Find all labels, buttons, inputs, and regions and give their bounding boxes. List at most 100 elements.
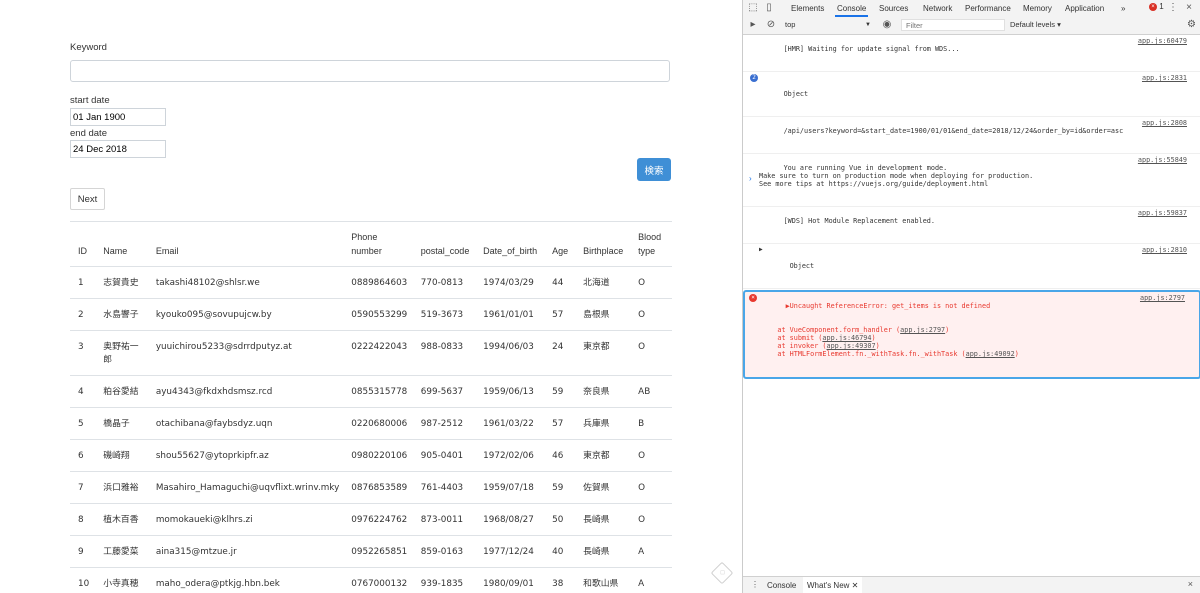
header-id: ID <box>70 221 96 267</box>
cell-name: 奥野祐一郎 <box>95 330 148 376</box>
device-toolbar-icon[interactable]: ▯ <box>763 2 775 14</box>
cell-phone: 0590553299 <box>343 298 413 331</box>
error-count: 1 <box>1159 2 1164 11</box>
cell-age: 57 <box>544 298 576 331</box>
cell-age: 44 <box>544 266 576 299</box>
devtools-drawer: ⋮ Console What's New ✕ × <box>743 576 1200 593</box>
start-date-label: start date <box>70 95 110 106</box>
console-message: [WDS] Hot Module Replacement enabled. ap… <box>743 207 1200 244</box>
cell-age: 40 <box>544 535 576 568</box>
tab-memory[interactable]: Memory <box>1021 0 1054 17</box>
cell-date-of-birth: 1977/12/24 <box>475 535 545 568</box>
message-source-link[interactable]: app.js:59837 <box>1138 209 1187 217</box>
stack-frame-link[interactable]: app.js:49092 <box>966 350 1015 358</box>
close-icon[interactable]: ✕ <box>852 581 859 590</box>
stack-frame-text: at submit ( <box>761 334 823 342</box>
eye-icon[interactable]: ◉ <box>881 19 893 31</box>
message-source-link[interactable]: app.js:60479 <box>1138 37 1187 45</box>
console-filter-input[interactable] <box>901 19 1005 31</box>
cell-id: 8 <box>70 503 96 536</box>
cell-postal-code: 859-0163 <box>412 535 476 568</box>
cell-name: 水島響子 <box>95 298 148 331</box>
devtools-panel: ⬚ ▯ Elements Console Sources Network Perform… <box>742 0 1200 593</box>
context-value: top <box>785 20 796 29</box>
table-header-row: ID Name Email Phone number postal_code D… <box>70 221 672 267</box>
cell-age: 38 <box>544 567 576 593</box>
cell-phone: 0220680006 <box>343 407 413 440</box>
end-date-input[interactable] <box>70 140 166 158</box>
message-source-link[interactable]: app.js:2831 <box>1142 74 1187 82</box>
stack-frame-link[interactable]: app.js:2797 <box>900 326 945 334</box>
cell-phone: 0980220106 <box>343 439 413 472</box>
cell-postal-code: 987-2512 <box>412 407 476 440</box>
header-blood-type: Blood type <box>630 221 672 267</box>
cell-id: 10 <box>70 567 96 593</box>
tab-network[interactable]: Network <box>921 0 954 17</box>
table-row: 7 浜口雅裕 Masahiro_Hamaguchi@uqvflixt.wrinv.m… <box>70 471 672 504</box>
cell-birthplace: 兵庫県 <box>575 407 631 440</box>
stack-frame-link[interactable]: app.js:49307 <box>826 342 875 350</box>
error-icon: × <box>749 294 757 302</box>
keyword-input[interactable] <box>70 60 670 82</box>
drawer-menu-icon[interactable]: ⋮ <box>751 580 759 589</box>
tab-elements[interactable]: Elements <box>789 0 826 17</box>
next-button[interactable]: Next <box>70 188 105 210</box>
cell-email: otachibana@faybsdyz.uqn <box>147 407 344 440</box>
inspect-element-icon[interactable]: ⬚ <box>747 2 759 14</box>
drawer-tab-whats-new[interactable]: What's New ✕ <box>803 577 863 593</box>
cell-blood-type: A <box>630 567 672 593</box>
clear-console-icon[interactable]: ⊘ <box>765 19 777 31</box>
log-levels-dropdown[interactable]: Default levels ▾ <box>1010 19 1061 31</box>
table-row: 9 工藤愛菜 aina315@mtzue.jr 0952265851 859-0163 1… <box>70 535 672 568</box>
cell-id: 9 <box>70 535 96 568</box>
search-button[interactable]: 検索 <box>637 158 671 181</box>
close-devtools-icon[interactable]: × <box>1183 2 1195 14</box>
cell-blood-type: A <box>630 535 672 568</box>
cell-phone: 0952265851 <box>343 535 413 568</box>
console-prompt[interactable]: › <box>749 174 752 183</box>
close-drawer-icon[interactable]: × <box>1188 579 1193 589</box>
end-date-label: end date <box>70 128 107 139</box>
message-text: /api/users?keyword=&start_date=1900/01/0… <box>783 127 1124 135</box>
message-source-link[interactable]: app.js:55849 <box>1138 156 1187 164</box>
cell-age: 59 <box>544 471 576 504</box>
cell-age: 46 <box>544 439 576 472</box>
stack-frame: at VueComponent.form_handler (app.js:279… <box>761 326 1129 334</box>
tab-sources[interactable]: Sources <box>877 0 910 17</box>
cell-id: 5 <box>70 407 96 440</box>
gear-icon[interactable]: ⚙ <box>1187 19 1196 31</box>
cell-name: 粕谷愛結 <box>95 375 148 408</box>
tab-performance[interactable]: Performance <box>963 0 1013 17</box>
drawer-tab-console[interactable]: Console <box>767 577 796 593</box>
error-counter[interactable]: × 1 <box>1149 2 1164 11</box>
tab-application[interactable]: Application <box>1063 0 1106 17</box>
cell-phone: 0767000132 <box>343 567 413 593</box>
cell-postal-code: 761-4403 <box>412 471 476 504</box>
console-sidebar-icon[interactable]: ▸ <box>747 19 759 31</box>
more-tabs-button[interactable]: » <box>1119 0 1127 17</box>
start-date-input[interactable] <box>70 108 166 126</box>
header-phone: Phone number <box>343 221 413 267</box>
cell-birthplace: 長崎県 <box>575 503 631 536</box>
cell-date-of-birth: 1961/01/01 <box>475 298 545 331</box>
tab-console[interactable]: Console <box>835 0 869 17</box>
error-source-link[interactable]: app.js:2797 <box>1140 294 1185 302</box>
message-text[interactable]: Object <box>790 262 815 270</box>
expand-caret-icon[interactable]: ▶ <box>759 246 763 254</box>
cell-id: 1 <box>70 266 96 299</box>
message-source-link[interactable]: app.js:2808 <box>1142 119 1187 127</box>
context-selector[interactable]: top ▼ <box>785 19 871 31</box>
message-text[interactable]: Object <box>784 90 809 98</box>
cell-date-of-birth: 1968/08/27 <box>475 503 545 536</box>
stack-frame-text: ) <box>875 342 880 350</box>
stack-frame-link[interactable]: app.js:46794 <box>822 334 871 342</box>
message-source-link[interactable]: app.js:2810 <box>1142 246 1187 254</box>
cell-postal-code: 988-0833 <box>412 330 476 376</box>
error-icon: × <box>1149 2 1157 11</box>
cell-birthplace: 東京都 <box>575 330 631 376</box>
more-options-icon[interactable]: ⋮ <box>1167 2 1179 14</box>
cell-age: 24 <box>544 330 576 376</box>
cell-age: 57 <box>544 407 576 440</box>
cell-email: Masahiro_Hamaguchi@uqvflixt.wrinv.mky <box>147 471 344 504</box>
cell-date-of-birth: 1959/06/13 <box>475 375 545 408</box>
